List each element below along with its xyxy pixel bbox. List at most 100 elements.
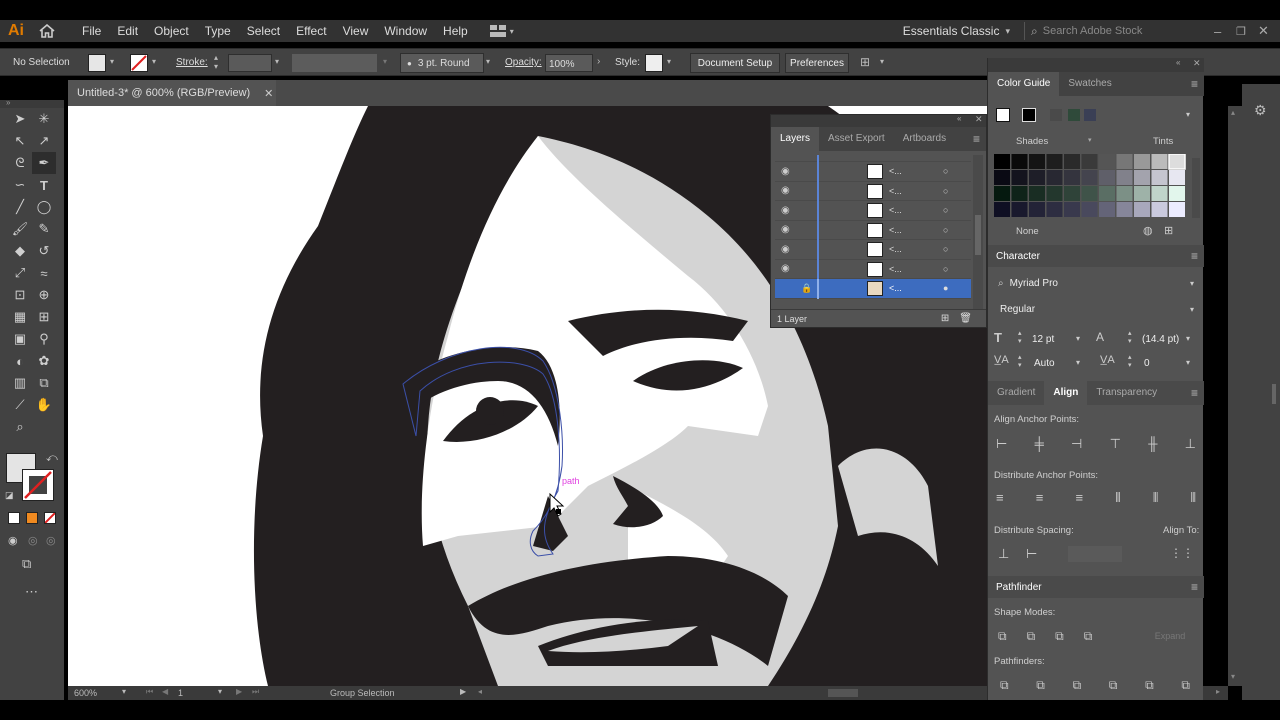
workspace-switcher[interactable]: Essentials Classic	[903, 24, 1000, 38]
dist-top-icon[interactable]: ≡	[996, 490, 1004, 506]
type-tool-icon[interactable]: T	[32, 174, 56, 196]
align-bottom-icon[interactable]: ⊥	[1185, 436, 1196, 452]
merge-icon[interactable]: ⧉	[1073, 678, 1082, 693]
chevron-down-icon[interactable]: ▾	[383, 57, 387, 66]
eyedropper-icon[interactable]: ⚲	[32, 328, 56, 350]
font-size-field[interactable]: 12 pt	[1032, 334, 1054, 345]
gradient-mode-icon[interactable]	[26, 512, 38, 524]
color-variation-cell[interactable]	[1116, 186, 1133, 201]
scale-icon[interactable]: ⤢	[8, 262, 32, 284]
gradient-icon[interactable]: ▣	[8, 328, 32, 350]
first-artboard-icon[interactable]: ⏮	[146, 687, 153, 697]
color-variation-cell[interactable]	[1151, 202, 1168, 217]
document-setup-button[interactable]: Document Setup	[690, 53, 780, 73]
chevron-down-icon[interactable]: ▾	[1076, 334, 1080, 343]
layer-name[interactable]: <...	[889, 225, 902, 235]
stepper-icon[interactable]: ▴ ▾	[1128, 354, 1132, 370]
panel-menu-icon[interactable]: ≡	[1191, 386, 1198, 400]
collapse-arrows-icon[interactable]: »	[6, 98, 10, 107]
active-color-swatch[interactable]	[1022, 108, 1036, 122]
visibility-eye-icon[interactable]: ◉	[781, 185, 790, 196]
free-transform-icon[interactable]: ⊡	[8, 284, 32, 306]
panel-menu-icon[interactable]: ≡	[1191, 580, 1198, 594]
vertical-scrollbar[interactable]: ▴ ▾	[1228, 106, 1242, 686]
align-to-selection-icon[interactable]: ⋮⋮	[1170, 546, 1194, 560]
font-family-select[interactable]: ⌕ Myriad Pro ▾	[994, 273, 1198, 293]
menu-window[interactable]: Window	[376, 20, 435, 42]
draw-behind-icon[interactable]: ◎	[28, 534, 38, 547]
swap-colors-icon[interactable]: ⤺	[46, 452, 58, 465]
preferences-button[interactable]: Preferences	[785, 53, 849, 73]
color-variation-cell[interactable]	[1099, 202, 1115, 217]
direct-selection-icon[interactable]: ↖	[8, 130, 32, 152]
scroll-right-icon[interactable]: ▸	[1216, 687, 1220, 696]
dist-space-h-icon[interactable]: ⊢	[1026, 546, 1037, 562]
color-variation-cell[interactable]	[1116, 154, 1133, 169]
minimize-icon[interactable]: –	[1214, 24, 1236, 39]
layer-name[interactable]: <...	[889, 186, 902, 196]
menu-effect[interactable]: Effect	[288, 20, 334, 42]
color-variation-cell[interactable]	[1081, 170, 1098, 185]
color-variation-cell[interactable]	[1134, 186, 1150, 201]
menu-help[interactable]: Help	[435, 20, 476, 42]
blend-icon[interactable]: ◐	[8, 350, 32, 372]
status-menu-icon[interactable]: ▶	[460, 687, 466, 696]
color-variation-cell[interactable]	[1081, 202, 1098, 217]
minus-back-icon[interactable]: ⧉	[1181, 678, 1190, 693]
fill-swatch[interactable]	[88, 54, 106, 72]
default-colors-icon[interactable]: ◪	[5, 490, 14, 501]
color-variation-cell[interactable]	[1046, 202, 1063, 217]
target-circle-icon[interactable]: ○	[943, 244, 948, 254]
color-variation-cell[interactable]	[1029, 202, 1045, 217]
color-variation-cell[interactable]	[1029, 186, 1045, 201]
line-tool-icon[interactable]: ╱	[8, 196, 32, 218]
chevron-down-icon[interactable]: ▾	[1190, 279, 1194, 288]
libraries-icon[interactable]: ⚙	[1254, 102, 1267, 119]
layer-row[interactable]: ◉ <... ○	[775, 181, 971, 202]
chevron-down-icon[interactable]: ▾	[1190, 305, 1194, 314]
harmony-swatch-1[interactable]	[1050, 109, 1062, 121]
color-variation-cell[interactable]	[994, 202, 1010, 217]
layer-row[interactable]: ◉ <... ○	[775, 201, 971, 221]
artboard-number[interactable]: 1	[178, 688, 183, 698]
font-style-select[interactable]: Regular ▾	[994, 299, 1198, 319]
color-variation-cell[interactable]	[1134, 154, 1150, 169]
visibility-eye-icon[interactable]: ◉	[781, 244, 790, 255]
save-group-icon[interactable]: ⊞	[1164, 224, 1173, 237]
spacing-field[interactable]	[1068, 546, 1122, 562]
unite-icon[interactable]: ⧉	[998, 629, 1007, 644]
color-variation-cell[interactable]	[994, 186, 1010, 201]
zoom-level[interactable]: 600%	[74, 688, 97, 698]
color-variation-cell[interactable]	[1116, 170, 1133, 185]
kerning-field[interactable]: Auto	[1034, 358, 1055, 369]
menu-edit[interactable]: Edit	[109, 20, 146, 42]
curvature-icon[interactable]: ∽	[8, 174, 32, 196]
new-layer-icon[interactable]: ⊞	[941, 313, 949, 324]
color-variation-cell[interactable]	[1169, 202, 1185, 217]
layer-row[interactable]: ◉ <... ○	[775, 240, 971, 260]
color-variation-cell[interactable]	[1151, 186, 1168, 201]
stroke-color-box[interactable]	[22, 469, 54, 501]
arrange-docs-icon[interactable]: ▾	[489, 25, 520, 37]
color-variation-cell[interactable]	[1011, 186, 1028, 201]
expand-button[interactable]: Expand	[1148, 628, 1192, 644]
target-circle-icon[interactable]: ○	[943, 186, 948, 196]
eraser-icon[interactable]: ◆	[8, 240, 32, 262]
chevron-right-icon[interactable]: ›	[597, 56, 600, 67]
color-variation-cell[interactable]	[1011, 202, 1028, 217]
artboard-icon[interactable]: ⧉	[32, 372, 56, 394]
chevron-down-icon[interactable]: ▾	[122, 687, 126, 696]
align-left-icon[interactable]: ⊢	[996, 436, 1007, 452]
home-icon[interactable]	[32, 24, 62, 38]
tab-align[interactable]: Align	[1044, 381, 1088, 405]
panel-menu-icon[interactable]: ≡	[973, 132, 980, 146]
target-circle-icon[interactable]: ○	[943, 264, 948, 274]
layer-name[interactable]: <...	[889, 264, 902, 274]
stroke-stepper-icon[interactable]: ▴ ▾	[214, 53, 218, 71]
layer-name[interactable]: <...	[889, 244, 902, 254]
color-variation-cell[interactable]	[1064, 154, 1080, 169]
mesh-icon[interactable]: ⊞	[32, 306, 56, 328]
target-circle-icon[interactable]: ○	[943, 205, 948, 215]
lasso-icon[interactable]: ᘓ	[8, 152, 32, 174]
color-variation-cell[interactable]	[1046, 186, 1063, 201]
